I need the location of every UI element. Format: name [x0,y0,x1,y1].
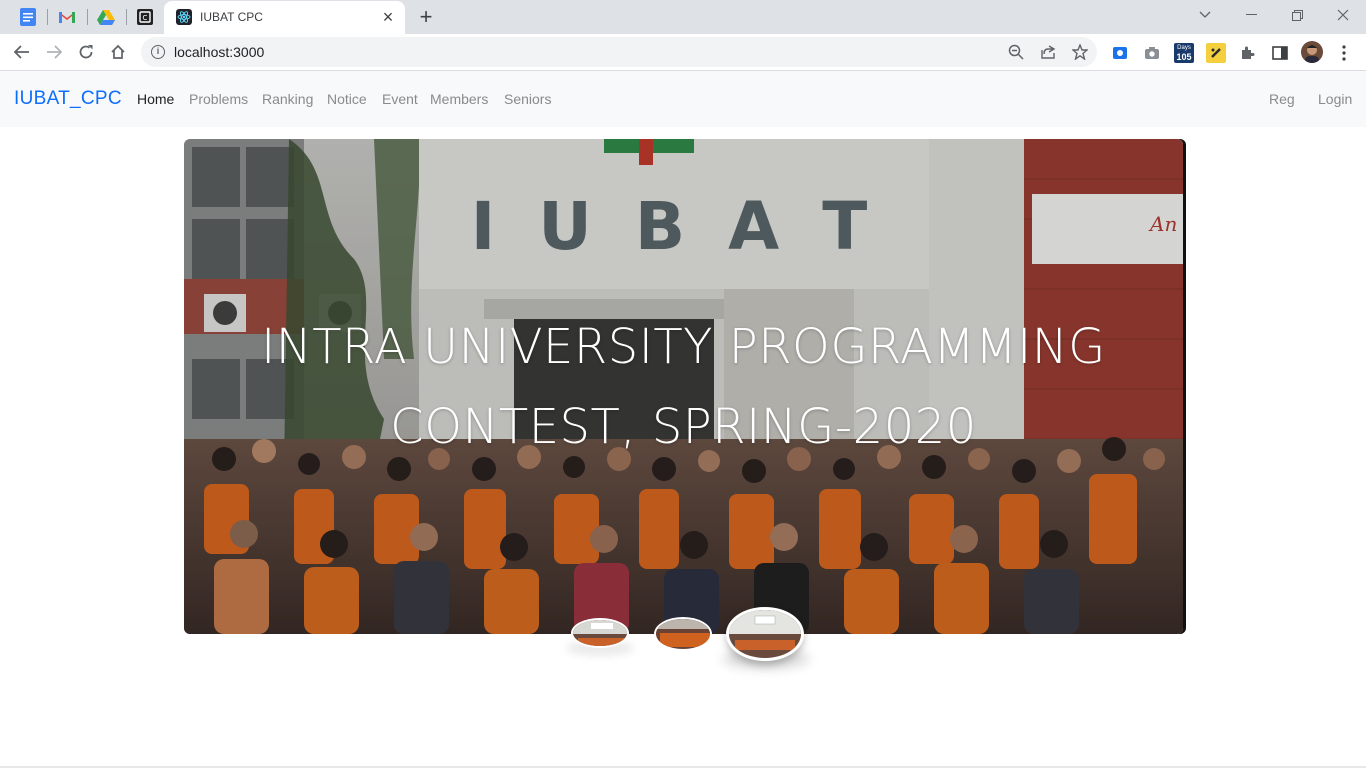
minimize-button[interactable] [1228,0,1274,30]
zoom-icon[interactable] [1001,37,1031,67]
address-bar[interactable]: i localhost:3000 [141,37,1097,67]
reload-icon [79,45,93,59]
reload-button[interactable] [71,37,101,67]
hero-title-line-2: CONTEST, SPRING-2020 [390,399,977,455]
back-arrow-icon [14,45,29,59]
home-icon [111,44,125,59]
browser-menu-icon[interactable] [1334,43,1354,63]
pinned-separator [47,9,48,25]
nav-problems[interactable]: Problems [189,91,248,107]
days-badge: 105 [1176,51,1192,62]
drive-icon [97,10,115,25]
nav-members[interactable]: Members [430,91,488,107]
site-navbar: IUBAT_CPC Home Problems Ranking Notice E… [0,71,1366,127]
carousel-thumb-3-active[interactable] [726,607,804,661]
site-brand[interactable]: IUBAT_CPC [14,88,122,110]
codeforces-icon: C [137,9,153,25]
svg-text:C: C [143,14,148,22]
gmail-icon [59,12,75,23]
site-info-icon[interactable]: i [151,45,165,59]
browser-toolbar: i localhost:3000 Days 105 [0,34,1366,71]
pinned-tab-drive[interactable] [90,4,122,30]
hero-title: INTRA UNIVERSITY PROGRAMMING CONTEST, SP… [224,307,1143,467]
nav-login[interactable]: Login [1318,91,1352,107]
browser-tabstrip: C IUBAT CPC × + [0,0,1366,34]
camera-icon[interactable] [1142,43,1162,63]
carousel-thumb-1[interactable] [571,618,629,648]
hero-title-line-1: INTRA UNIVERSITY PROGRAMMING [261,319,1106,375]
days-label: Days [1177,44,1191,51]
tab-title: IUBAT CPC [200,10,263,24]
new-tab-button[interactable]: + [414,5,438,29]
close-tab-icon[interactable]: × [378,7,398,27]
pinned-tab-gmail[interactable] [51,4,83,30]
carousel-thumb-2[interactable] [654,617,712,651]
share-icon[interactable] [1033,37,1063,67]
nav-seniors[interactable]: Seniors [504,91,551,107]
pinned-separator [126,9,127,25]
hero-carousel[interactable]: I U B A T An INTRA UNIVERSITY PROGRAMMIN… [184,139,1183,634]
forward-arrow-icon [47,45,62,59]
nav-register[interactable]: Reg [1269,91,1295,107]
active-tab[interactable]: IUBAT CPC × [164,1,405,34]
forward-button[interactable] [39,37,69,67]
profile-avatar[interactable] [1301,41,1323,63]
side-panel-icon[interactable] [1270,43,1290,63]
bookmark-star-icon[interactable] [1065,37,1095,67]
highlighter-extension-icon[interactable] [1206,43,1226,63]
docs-icon [20,8,36,26]
screen-recorder-icon[interactable] [1110,43,1130,63]
nav-event[interactable]: Event [382,91,418,107]
restore-button[interactable] [1274,0,1320,30]
extensions-puzzle-icon[interactable] [1238,43,1258,63]
tab-search-icon[interactable] [1182,0,1228,30]
url-text: localhost:3000 [174,44,265,60]
pinned-tab-docs[interactable] [12,4,44,30]
nav-home[interactable]: Home [137,91,174,107]
pinned-separator [87,9,88,25]
days-counter-extension[interactable]: Days 105 [1174,43,1194,63]
react-icon [176,9,192,25]
pinned-tab-codeforces[interactable]: C [129,4,161,30]
nav-notice[interactable]: Notice [327,91,367,107]
back-button[interactable] [7,37,37,67]
nav-ranking[interactable]: Ranking [262,91,313,107]
home-button[interactable] [103,37,133,67]
close-window-button[interactable] [1320,0,1366,30]
